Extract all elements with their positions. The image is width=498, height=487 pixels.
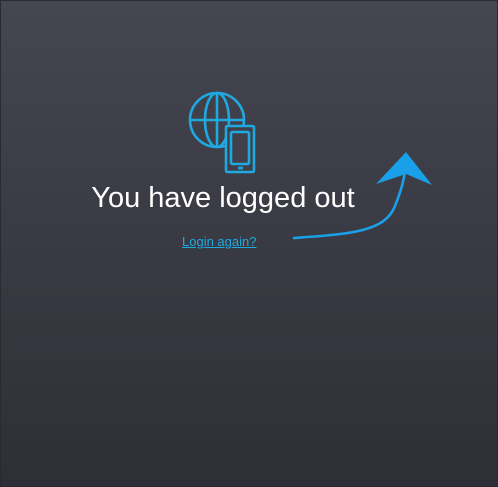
login-again-link[interactable]: Login again?: [182, 234, 256, 249]
arrow-annotation-icon: [292, 152, 432, 240]
globe-phone-icon: [188, 91, 256, 174]
